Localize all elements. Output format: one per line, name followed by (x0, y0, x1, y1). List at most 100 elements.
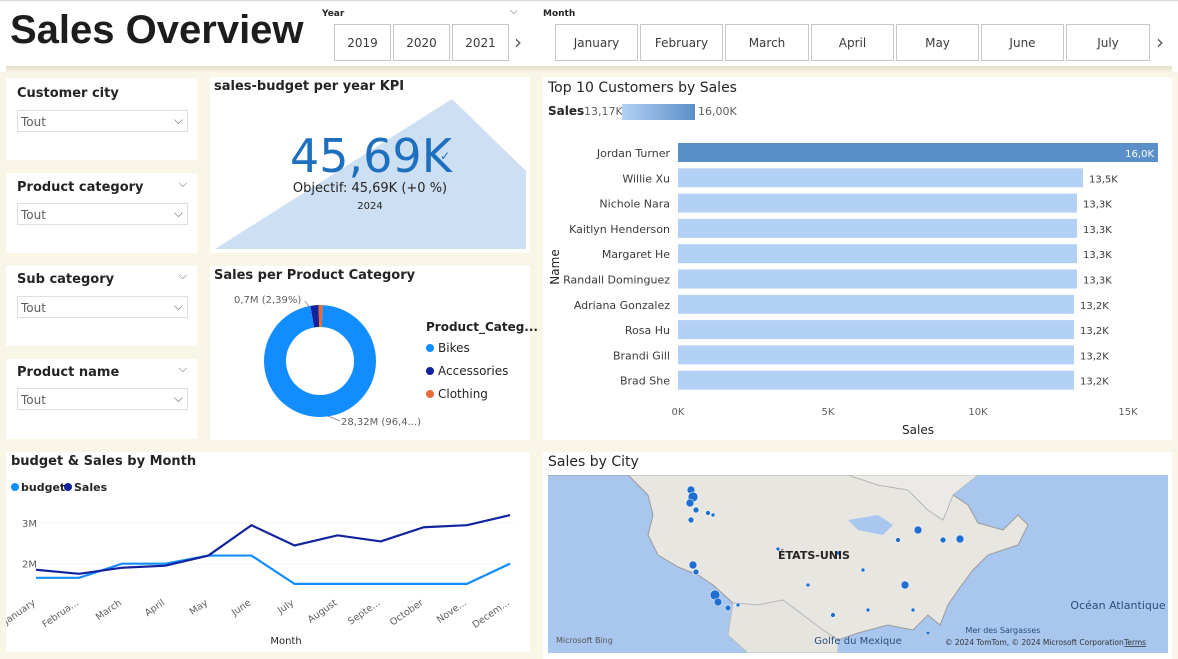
budget-sales-line-chart: Month 2M 3M January Februa... March April May J… (6, 514, 516, 647)
month-tile-july[interactable]: July (1066, 24, 1150, 61)
product-name-collapse-chevron-icon[interactable]: ⌵ (179, 362, 187, 376)
month-tile-february[interactable]: February (640, 24, 723, 61)
donut-legend-title: Product_Categ... (426, 320, 538, 334)
filter-card-product-category: Product category ⌵ Tout ⌵ (6, 173, 197, 253)
bar-category-label: Rosa Hu (625, 324, 670, 337)
bar-value-label: 13,3K (1083, 276, 1112, 287)
bar-category-label: Brad She (620, 375, 670, 388)
bar-value-label: 13,5K (1089, 174, 1118, 185)
year-next-arrow-icon[interactable]: › (514, 30, 522, 54)
bar-3[interactable] (678, 218, 1077, 238)
bar-value-label: 13,2K (1080, 351, 1109, 362)
map-card[interactable]: Sales by City ÉTATS-UNIS Océan Atlantiqu… (543, 452, 1172, 659)
legend-item-clothing[interactable]: Clothing (426, 387, 488, 401)
kpi-check-icon: ✓ (440, 149, 451, 163)
map-ocean-label: Océan Atlantique (1070, 599, 1165, 612)
filter-title-product-category: Product category (17, 180, 144, 195)
bar-6[interactable] (678, 294, 1074, 314)
year-tile-2020[interactable]: 2020 (393, 24, 450, 61)
header-top-line (0, 0, 1178, 4)
bar-ylabel: Name (548, 249, 562, 284)
year-slicer-caption: Year (322, 9, 345, 19)
bar-category-label: Nichole Nara (599, 198, 670, 211)
chevron-down-icon: ⌵ (173, 391, 183, 405)
bar-2[interactable] (678, 193, 1077, 213)
filter-card-sub-category: Sub category ⌵ Tout ⌵ (6, 266, 197, 346)
bar-1[interactable] (678, 168, 1083, 188)
bar-value-label: 13,3K (1083, 225, 1112, 236)
line-y-tick: 2M (22, 560, 37, 571)
bar-0[interactable] (678, 143, 1158, 162)
month-tile-january[interactable]: January (555, 24, 638, 61)
product-category-dropdown[interactable]: Tout ⌵ (17, 203, 188, 225)
bar-x-tick: 5K (822, 407, 835, 418)
map-country-label: ÉTATS-UNIS (778, 549, 850, 562)
line-x-tick: Septe... (346, 597, 382, 627)
line-x-tick: January (6, 597, 38, 627)
donut-card[interactable]: Sales per Product Category 0,7M (2,39%) … (210, 266, 538, 440)
top-customers-bar-chart: Name Sales Jordan Turner 16,0K Willie Xu 13… (548, 143, 1158, 437)
header-bar: Sales Overview Year ⌵ 2019 2020 2021 › M… (0, 0, 1178, 72)
kpi-title: sales-budget per year KPI (214, 79, 405, 94)
line-x-tick: Nove... (435, 597, 469, 625)
bar-category-label: Willie Xu (622, 172, 670, 185)
map-provider: Microsoft Bing (556, 636, 613, 645)
filter-title-customer-city: Customer city (17, 86, 119, 101)
map-terms-link[interactable]: Terms (1123, 638, 1146, 647)
bar-value-label: 16,0K (1125, 149, 1154, 160)
legend-label-accessories: Accessories (438, 364, 509, 378)
legend-dot-icon (426, 367, 434, 375)
bar-9[interactable] (678, 370, 1074, 390)
year-tile-2021[interactable]: 2021 (452, 24, 509, 61)
legend-item-accessories[interactable]: Accessories (426, 364, 508, 378)
chevron-down-icon: ⌵ (173, 299, 183, 313)
bar-category-label: Kaitlyn Henderson (569, 223, 670, 236)
product-name-dropdown[interactable]: Tout ⌵ (17, 388, 188, 410)
bar-value-label: 13,2K (1080, 301, 1109, 312)
kpi-year: 2024 (357, 201, 383, 212)
month-tile-april[interactable]: April (811, 24, 894, 61)
kpi-goal: Objectif: 45,69K (+0 %) (292, 181, 448, 196)
sub-category-value: Tout (21, 301, 46, 315)
bar-value-label: 13,2K (1080, 326, 1109, 337)
year-slicer-chevron-icon[interactable]: ⌵ (510, 6, 518, 17)
month-slicer-caption: Month (543, 9, 576, 19)
line-series-sales[interactable] (35, 514, 511, 575)
filter-title-sub-category: Sub category (17, 272, 115, 287)
sub-category-dropdown[interactable]: Tout ⌵ (17, 296, 188, 318)
month-next-arrow-icon[interactable]: › (1156, 30, 1164, 54)
line-xlabel: Month (270, 636, 301, 647)
bar-8[interactable] (678, 345, 1074, 365)
bar-category-label: Brandi Gill (613, 349, 670, 362)
year-tile-2019[interactable]: 2019 (334, 24, 391, 61)
bar-7[interactable] (678, 320, 1074, 340)
top-customers-card[interactable]: Top 10 Customers by Sales Sales 13,17K 1… (543, 77, 1172, 440)
bar-4[interactable] (678, 244, 1077, 264)
map-gulf-label: Golfe du Mexique (814, 636, 902, 647)
bar-category-label: Jordan Turner (596, 147, 671, 160)
line-y-tick: 3M (22, 519, 37, 530)
bar-x-tick: 0K (672, 407, 685, 418)
legend-item-bikes[interactable]: Bikes (426, 341, 470, 355)
bar-x-tick: 10K (968, 407, 988, 418)
line-x-tick: August (306, 597, 340, 625)
bar-x-tick: 15K (1118, 407, 1138, 418)
month-tile-march[interactable]: March (725, 24, 809, 61)
month-tile-june[interactable]: June (981, 24, 1064, 61)
bar-5[interactable] (678, 269, 1077, 289)
product-name-value: Tout (21, 393, 46, 407)
customer-city-dropdown[interactable]: Tout ⌵ (17, 110, 188, 132)
line-x-tick: October (388, 597, 426, 628)
legend-label-clothing: Clothing (438, 387, 488, 401)
kpi-card[interactable]: sales-budget per year KPI 45,69K ✓ Objec… (210, 77, 530, 253)
product-category-collapse-chevron-icon[interactable]: ⌵ (179, 177, 187, 191)
line-x-tick: June (229, 597, 253, 619)
bar-value-label: 13,2K (1080, 377, 1109, 388)
line-chart-card[interactable]: budget & Sales by Month budget Sales Mon… (6, 452, 530, 652)
legend-dot-icon (426, 344, 434, 352)
line-x-tick: March (94, 597, 124, 623)
month-tile-may[interactable]: May (896, 24, 979, 61)
sales-map[interactable]: ÉTATS-UNIS Océan Atlantique Mer des Sarg… (548, 475, 1168, 653)
filter-title-product-name: Product name (17, 365, 120, 380)
sub-category-collapse-chevron-icon[interactable]: ⌵ (179, 269, 187, 283)
